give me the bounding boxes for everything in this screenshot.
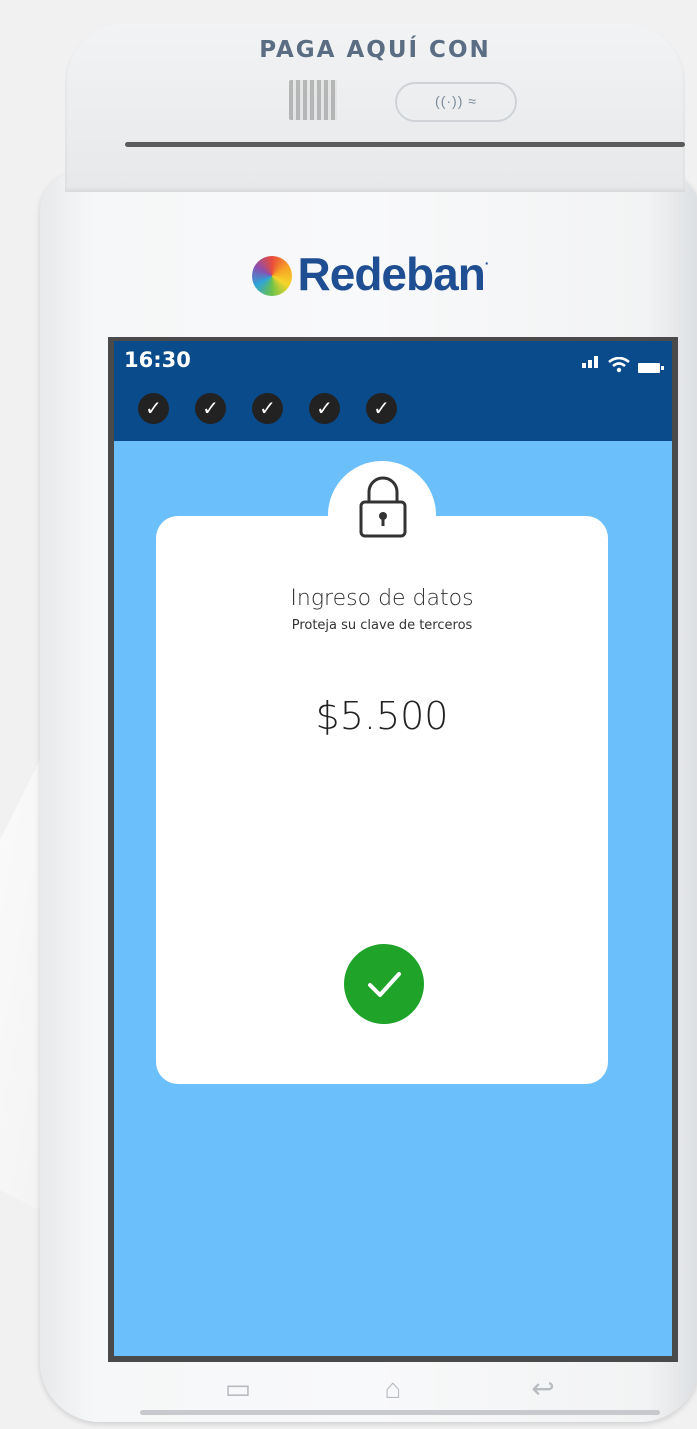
printer-slot <box>125 142 685 147</box>
battery-icon <box>638 363 664 373</box>
brand-mark-dot: · <box>484 255 490 271</box>
step-complete-icon: ✓ <box>366 393 397 424</box>
card-title: Ingreso de datos <box>290 586 474 611</box>
system-icons <box>582 355 664 373</box>
screen: 16:30 ✓ ✓ ✓ ✓ ✓ Ingreso de datos Proteja… <box>114 341 672 1356</box>
home-key[interactable]: ⌂ <box>373 1374 413 1404</box>
signal-icon <box>582 355 600 373</box>
confirm-button[interactable] <box>344 944 424 1024</box>
qr-code-icon <box>289 80 337 120</box>
step-complete-icon: ✓ <box>252 393 283 424</box>
brand-name: Redeban <box>297 248 486 300</box>
pay-here-label: PAGA AQUÍ CON <box>259 37 491 63</box>
back-key[interactable]: ↩ <box>523 1374 563 1404</box>
hardware-nav-keys: ▭ ⌂ ↩ <box>108 1374 678 1414</box>
device-top: PAGA AQUÍ CON ((·)) ≈ <box>65 22 685 192</box>
card-subtitle: Proteja su clave de terceros <box>291 618 473 633</box>
amount-display: $5.500 <box>315 694 449 738</box>
stage: Redeban· PAGA AQUÍ CON ((·)) ≈ 16:30 ✓ ✓… <box>0 0 697 1429</box>
recent-apps-key[interactable]: ▭ <box>218 1374 258 1404</box>
clock: 16:30 <box>124 348 191 372</box>
screen-bezel: 16:30 ✓ ✓ ✓ ✓ ✓ Ingreso de datos Proteja… <box>108 337 678 1362</box>
lock-icon <box>359 476 407 538</box>
step-complete-icon: ✓ <box>138 393 169 424</box>
step-complete-icon: ✓ <box>195 393 226 424</box>
status-bar: 16:30 ✓ ✓ ✓ ✓ ✓ <box>114 341 672 441</box>
progress-steps: ✓ ✓ ✓ ✓ ✓ <box>138 393 397 424</box>
contactless-icon: ((·)) ≈ <box>395 82 517 122</box>
bottom-lip <box>140 1410 660 1415</box>
step-complete-icon: ✓ <box>309 393 340 424</box>
pin-entry-card: Ingreso de datos Proteja su clave de ter… <box>156 461 608 1084</box>
brand-mark-icon <box>251 256 292 296</box>
wifi-icon <box>608 357 630 373</box>
checkmark-icon <box>368 972 401 997</box>
brand-logo: Redeban· <box>40 247 697 301</box>
pos-terminal: Redeban· PAGA AQUÍ CON ((·)) ≈ 16:30 ✓ ✓… <box>40 22 697 1422</box>
